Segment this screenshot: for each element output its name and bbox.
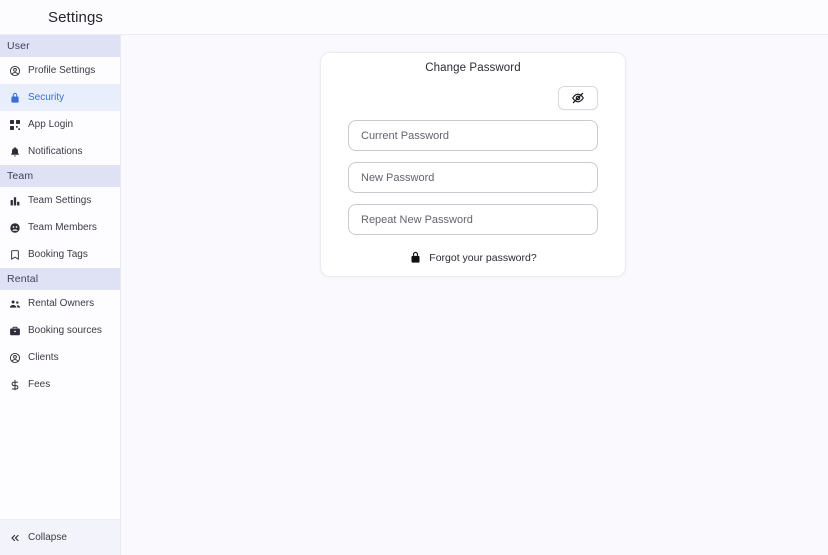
top-bar: Settings	[0, 0, 828, 35]
sidebar-item-label: Booking sources	[28, 325, 102, 336]
sidebar-item-app-login[interactable]: App Login	[0, 111, 120, 138]
bar-chart-icon	[8, 194, 21, 207]
page-title: Settings	[48, 8, 103, 26]
users-circle-icon	[8, 221, 21, 234]
sidebar: User Profile Settings Security App Login Not…	[0, 35, 121, 555]
settings-page: Settings User Profile Settings Security App…	[0, 0, 828, 555]
qr-grid-icon	[8, 118, 21, 131]
bell-icon	[8, 145, 21, 158]
repeat-new-password-input[interactable]	[348, 204, 598, 235]
lock-closed-icon	[409, 251, 422, 264]
eye-off-icon	[571, 91, 585, 105]
card-title: Change Password	[425, 62, 521, 74]
sidebar-item-profile-settings[interactable]: Profile Settings	[0, 57, 120, 84]
sidebar-nav: User Profile Settings Security App Login Not…	[0, 35, 120, 519]
sidebar-item-team-settings[interactable]: Team Settings	[0, 187, 120, 214]
sidebar-item-booking-sources[interactable]: Booking sources	[0, 317, 120, 344]
sidebar-item-notifications[interactable]: Notifications	[0, 138, 120, 165]
chevrons-left-icon	[9, 532, 21, 544]
reveal-row	[348, 86, 598, 110]
lock-icon	[8, 91, 21, 104]
sidebar-section-header-user: User	[0, 35, 120, 57]
sidebar-item-label: Profile Settings	[28, 65, 96, 76]
main-content: Change Password Forgot your password?	[122, 35, 828, 555]
user-circle-icon	[8, 351, 21, 364]
sidebar-item-clients[interactable]: Clients	[0, 344, 120, 371]
sidebar-item-rental-owners[interactable]: Rental Owners	[0, 290, 120, 317]
sidebar-item-label: Fees	[28, 379, 51, 390]
sidebar-item-label: Clients	[28, 352, 59, 363]
people-group-icon	[8, 297, 21, 310]
sidebar-item-fees[interactable]: Fees	[0, 371, 120, 398]
sidebar-item-label: Notifications	[28, 146, 83, 157]
new-password-input[interactable]	[348, 162, 598, 193]
dollar-sign-icon	[8, 378, 21, 391]
sidebar-item-booking-tags[interactable]: Booking Tags	[0, 241, 120, 268]
sidebar-item-label: Rental Owners	[28, 298, 95, 309]
sidebar-collapse-label: Collapse	[28, 532, 67, 543]
toggle-password-visibility-button[interactable]	[558, 86, 598, 110]
forgot-password-label: Forgot your password?	[429, 251, 537, 264]
change-password-card: Change Password Forgot your password?	[320, 52, 626, 277]
sidebar-item-label: Team Settings	[28, 195, 92, 206]
sidebar-item-label: App Login	[28, 119, 74, 130]
sidebar-item-label: Team Members	[28, 222, 97, 233]
bookmark-icon	[8, 248, 21, 261]
sidebar-item-label: Security	[28, 92, 65, 103]
sidebar-collapse-button[interactable]: Collapse	[0, 519, 120, 555]
user-circle-icon	[8, 64, 21, 77]
current-password-input[interactable]	[348, 120, 598, 151]
sidebar-item-team-members[interactable]: Team Members	[0, 214, 120, 241]
forgot-password-link[interactable]: Forgot your password?	[348, 251, 598, 264]
sidebar-section-header-team: Team	[0, 165, 120, 187]
sidebar-section-header-rental: Rental	[0, 268, 120, 290]
sidebar-item-security[interactable]: Security	[0, 84, 120, 111]
briefcase-icon	[8, 324, 21, 337]
sidebar-item-label: Booking Tags	[28, 249, 88, 260]
